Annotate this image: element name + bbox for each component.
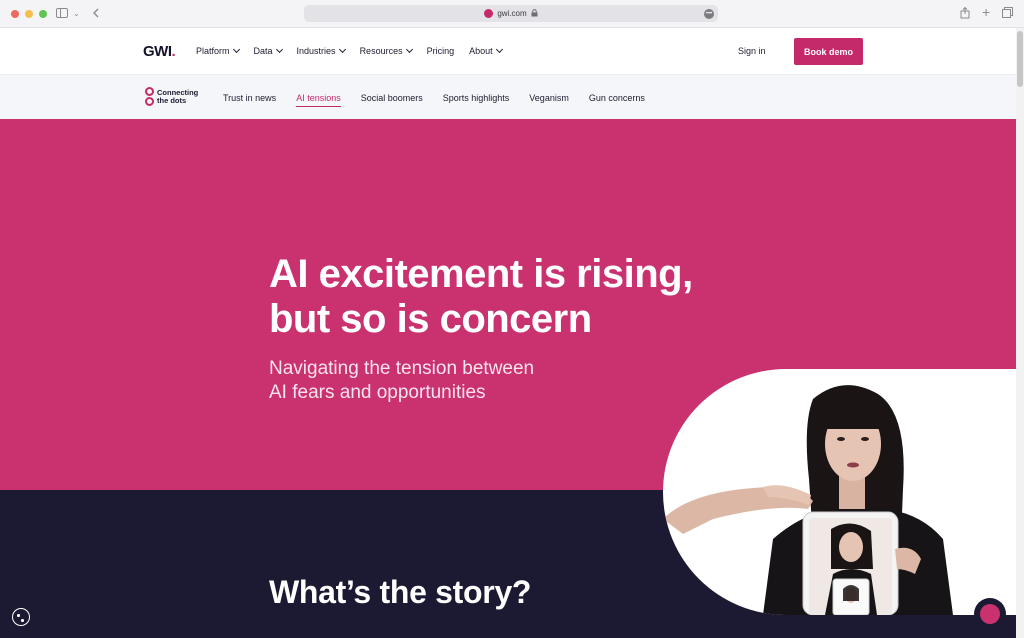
nav-item-platform[interactable]: Platform [196, 45, 240, 56]
connecting-the-dots-brand[interactable]: Connecting the dots [145, 87, 198, 107]
subnav-item-veganism[interactable]: Veganism [529, 93, 569, 103]
chevron-down-icon [232, 45, 240, 54]
zoom-window-button[interactable] [39, 10, 47, 18]
browser-toolbar: ⌄ gwi.com ••• + [0, 0, 1024, 28]
window-controls [11, 10, 47, 18]
gwi-logo[interactable]: GWI. [143, 43, 176, 60]
hero-image [663, 369, 1023, 615]
address-url: gwi.com [497, 9, 527, 18]
share-icon[interactable] [960, 6, 970, 22]
subnav-item-trust-in-news[interactable]: Trust in news [223, 93, 276, 103]
subnav-item-ai-tensions[interactable]: AI tensions [296, 93, 341, 107]
brand-line-2: the dots [157, 96, 187, 105]
connecting-dots-icon [145, 87, 154, 107]
close-window-button[interactable] [11, 10, 19, 18]
sub-nav: Connecting the dots Trust in news AI ten… [0, 74, 1016, 119]
subnav-item-gun-concerns[interactable]: Gun concerns [589, 93, 645, 103]
more-icon[interactable]: ••• [704, 9, 714, 19]
nav-item-resources[interactable]: Resources [360, 45, 413, 56]
chevron-down-icon [405, 45, 413, 54]
cookie-settings-button[interactable] [12, 608, 30, 626]
nav-item-data[interactable]: Data [254, 45, 283, 56]
chevron-down-icon [275, 45, 283, 54]
sign-in-link[interactable]: Sign in [738, 46, 766, 56]
tabs-icon[interactable] [1002, 7, 1013, 21]
lock-icon [531, 8, 538, 19]
chevron-down-icon [338, 45, 346, 54]
hero-title: AI excitement is rising, but so is conce… [269, 252, 693, 341]
site-favicon-icon [484, 9, 494, 18]
page-scrollbar[interactable] [1016, 28, 1024, 638]
section-heading: What’s the story? [269, 574, 532, 610]
chevron-down-icon[interactable]: ⌄ [73, 7, 80, 21]
subnav-item-social-boomers[interactable]: Social boomers [361, 93, 423, 103]
nav-item-pricing[interactable]: Pricing [427, 46, 455, 56]
subnav-item-sports-highlights[interactable]: Sports highlights [443, 93, 510, 103]
new-tab-icon[interactable]: + [982, 5, 990, 19]
back-icon[interactable] [92, 7, 100, 21]
address-bar[interactable]: gwi.com ••• [304, 5, 718, 22]
nav-menu: Platform Data Industries Resources Prici… [196, 45, 503, 56]
book-demo-button[interactable]: Book demo [794, 38, 863, 65]
woman-holding-tablet-illustration [663, 385, 953, 615]
sidebar-icon[interactable] [56, 7, 68, 21]
subnav-menu: Trust in news AI tensions Social boomers… [223, 93, 645, 107]
scrollbar-thumb[interactable] [1017, 31, 1023, 87]
nav-item-industries[interactable]: Industries [297, 45, 346, 56]
minimize-window-button[interactable] [25, 10, 33, 18]
chat-icon [980, 604, 1000, 624]
hero-subtitle: Navigating the tension between AI fears … [269, 358, 535, 403]
nav-item-about[interactable]: About [469, 45, 503, 56]
chevron-down-icon [495, 45, 503, 54]
chat-button[interactable] [974, 598, 1006, 630]
main-nav: GWI. Platform Data Industries Resources … [0, 29, 1016, 74]
